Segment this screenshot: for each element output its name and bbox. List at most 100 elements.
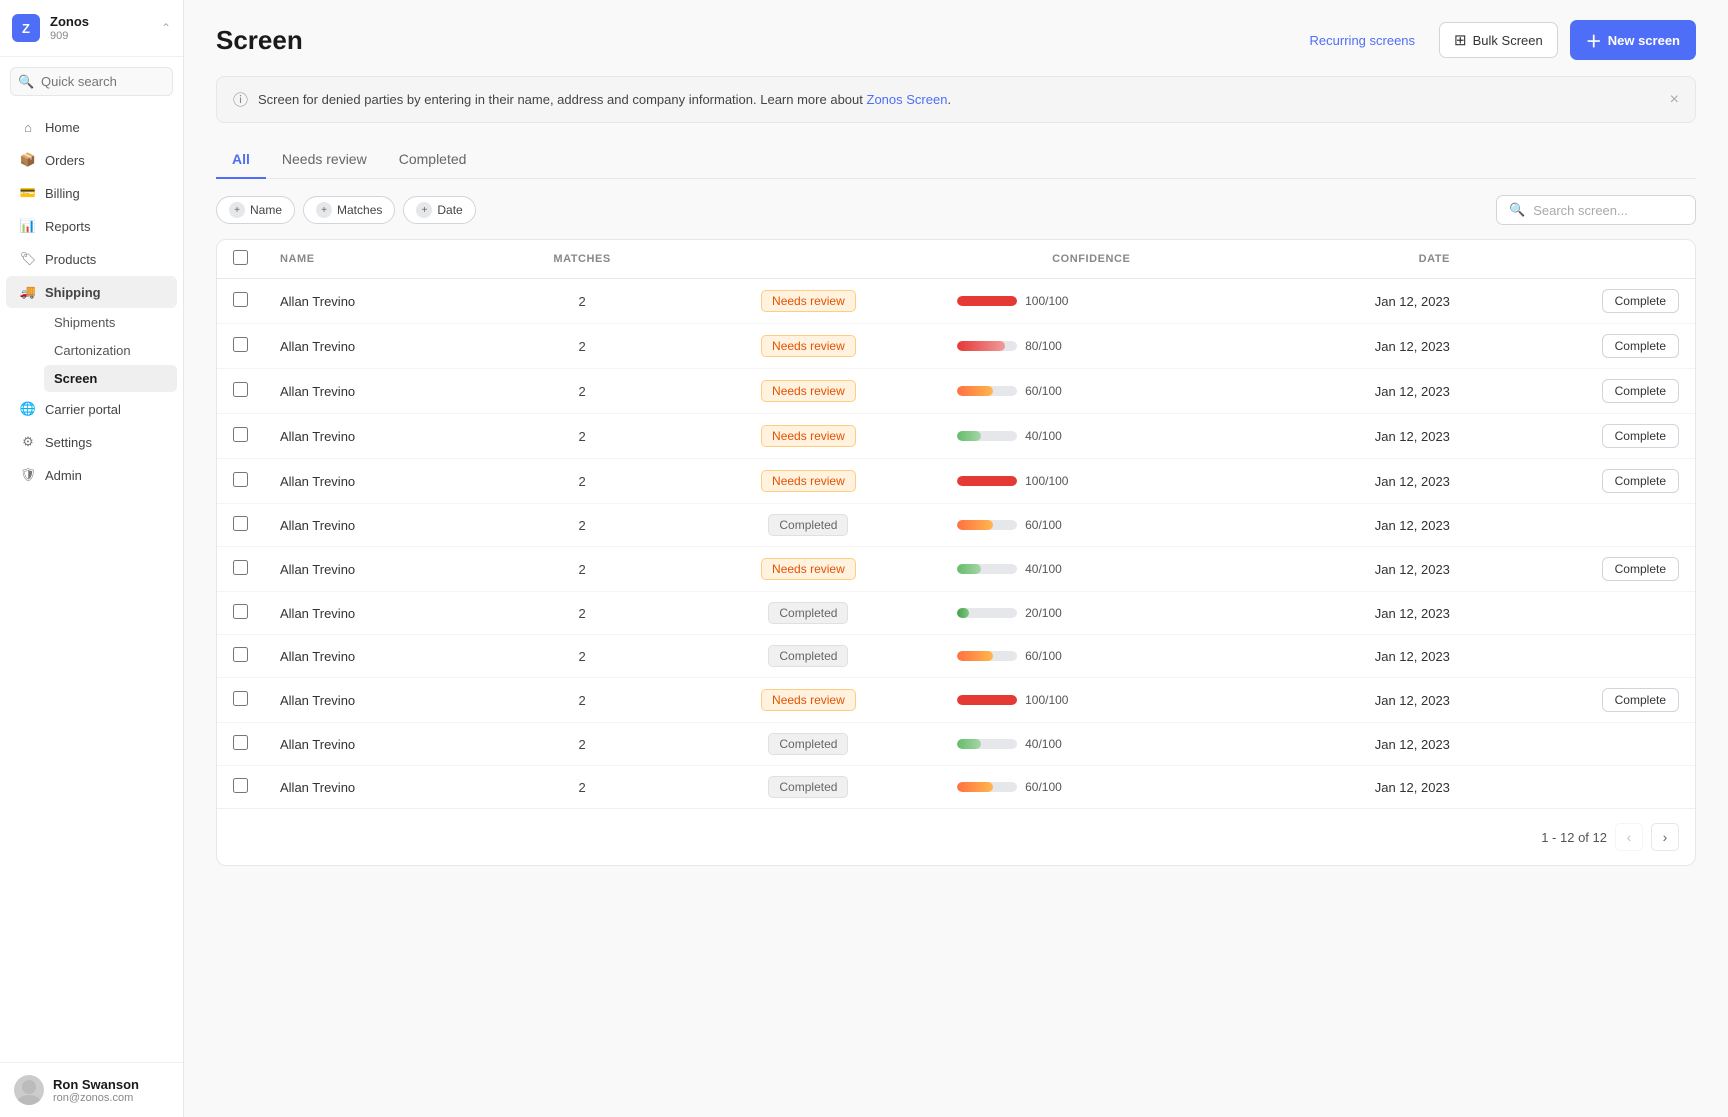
carrier-portal-icon: 🌐 xyxy=(20,401,36,417)
confidence-label: 60/100 xyxy=(1025,518,1062,532)
sidebar-item-products[interactable]: 🏷 Products xyxy=(6,243,177,275)
sidebar-item-home-label: Home xyxy=(45,120,80,135)
tab-all[interactable]: All xyxy=(216,141,266,179)
row-status: Needs review xyxy=(676,414,941,459)
shipping-icon: 🚚 xyxy=(20,284,36,300)
sidebar-search-wrap: 🔍 xyxy=(10,67,173,96)
status-badge: Completed xyxy=(768,602,848,624)
search-screen-icon: 🔍 xyxy=(1509,202,1525,218)
complete-button[interactable]: Complete xyxy=(1602,289,1679,313)
filter-name-plus-icon: + xyxy=(229,202,245,218)
complete-button[interactable]: Complete xyxy=(1602,334,1679,358)
row-checkbox-cell xyxy=(217,414,264,459)
row-date: Jan 12, 2023 xyxy=(1241,504,1466,547)
content-area: ⓘ Screen for denied parties by entering … xyxy=(184,60,1728,1117)
row-confidence: 40/100 xyxy=(941,414,1241,459)
row-name: Allan Trevino xyxy=(264,504,488,547)
row-matches: 2 xyxy=(488,547,675,592)
row-checkbox[interactable] xyxy=(233,337,248,352)
confidence-bar xyxy=(957,695,1017,705)
pagination-prev-button[interactable]: ‹ xyxy=(1615,823,1643,851)
header-action xyxy=(1466,240,1695,279)
banner-close-button[interactable]: × xyxy=(1670,92,1679,108)
sidebar-item-shipping-label: Shipping xyxy=(45,285,101,300)
sidebar-item-carrier-portal[interactable]: 🌐 Carrier portal xyxy=(6,393,177,425)
filter-matches-button[interactable]: + Matches xyxy=(303,196,395,224)
row-checkbox[interactable] xyxy=(233,427,248,442)
sidebar-item-settings-label: Settings xyxy=(45,435,92,450)
row-checkbox[interactable] xyxy=(233,735,248,750)
complete-button[interactable]: Complete xyxy=(1602,424,1679,448)
row-checkbox[interactable] xyxy=(233,382,248,397)
sidebar-nav: ⌂ Home 📦 Orders 💳 Billing 📊 Reports 🏷 Pr… xyxy=(0,106,183,1062)
row-matches: 2 xyxy=(488,723,675,766)
row-checkbox-cell xyxy=(217,547,264,592)
confidence-label: 40/100 xyxy=(1025,737,1062,751)
row-checkbox[interactable] xyxy=(233,560,248,575)
sidebar-item-billing[interactable]: 💳 Billing xyxy=(6,177,177,209)
status-badge: Needs review xyxy=(761,689,856,711)
row-matches: 2 xyxy=(488,279,675,324)
confidence-bar xyxy=(957,341,1017,351)
quick-search-input[interactable] xyxy=(10,67,173,96)
select-all-checkbox[interactable] xyxy=(233,250,248,265)
pagination: 1 - 12 of 12 ‹ › xyxy=(217,808,1695,865)
new-screen-button[interactable]: ＋ New screen xyxy=(1570,20,1696,60)
confidence-label: 100/100 xyxy=(1025,693,1068,707)
complete-button[interactable]: Complete xyxy=(1602,688,1679,712)
table-row: Allan Trevino 2 Completed 40/100 Jan 12,… xyxy=(217,723,1695,766)
complete-button[interactable]: Complete xyxy=(1602,379,1679,403)
complete-button[interactable]: Complete xyxy=(1602,557,1679,581)
sidebar-item-admin[interactable]: 🛡 Admin xyxy=(6,459,177,491)
recurring-screens-button[interactable]: Recurring screens xyxy=(1298,25,1428,56)
tab-needs-review[interactable]: Needs review xyxy=(266,141,383,179)
row-date: Jan 12, 2023 xyxy=(1241,459,1466,504)
sidebar-item-shipments[interactable]: Shipments xyxy=(44,309,177,336)
sidebar-item-settings[interactable]: ⚙ Settings xyxy=(6,426,177,458)
sidebar-item-screen[interactable]: Screen xyxy=(44,365,177,392)
row-confidence: 60/100 xyxy=(941,766,1241,809)
row-checkbox[interactable] xyxy=(233,604,248,619)
org-info: Zonos 909 xyxy=(50,14,151,42)
row-name: Allan Trevino xyxy=(264,547,488,592)
tab-completed[interactable]: Completed xyxy=(383,141,483,179)
complete-button[interactable]: Complete xyxy=(1602,469,1679,493)
confidence-bar xyxy=(957,739,1017,749)
row-checkbox[interactable] xyxy=(233,647,248,662)
filter-date-button[interactable]: + Date xyxy=(403,196,475,224)
row-confidence: 60/100 xyxy=(941,504,1241,547)
row-name: Allan Trevino xyxy=(264,459,488,504)
header-name: Name xyxy=(264,240,488,279)
banner-link[interactable]: Zonos Screen xyxy=(867,92,948,107)
bulk-screen-button[interactable]: ⊞ Bulk Screen xyxy=(1439,22,1558,58)
confidence-label: 60/100 xyxy=(1025,384,1062,398)
table-row: Allan Trevino 2 Needs review 40/100 Jan … xyxy=(217,414,1695,459)
search-screen-input[interactable]: 🔍 Search screen... xyxy=(1496,195,1696,225)
sidebar-item-cartonization[interactable]: Cartonization xyxy=(44,337,177,364)
pagination-next-button[interactable]: › xyxy=(1651,823,1679,851)
table-row: Allan Trevino 2 Needs review 60/100 Jan … xyxy=(217,369,1695,414)
row-checkbox[interactable] xyxy=(233,472,248,487)
row-name: Allan Trevino xyxy=(264,592,488,635)
filter-name-button[interactable]: + Name xyxy=(216,196,295,224)
shipping-submenu: Shipments Cartonization Screen xyxy=(0,309,183,392)
table-row: Allan Trevino 2 Needs review 40/100 Jan … xyxy=(217,547,1695,592)
info-icon: ⓘ xyxy=(233,89,248,110)
row-confidence: 40/100 xyxy=(941,723,1241,766)
row-action xyxy=(1466,504,1695,547)
sidebar-item-home[interactable]: ⌂ Home xyxy=(6,111,177,143)
row-checkbox[interactable] xyxy=(233,778,248,793)
row-confidence: 80/100 xyxy=(941,324,1241,369)
row-checkbox[interactable] xyxy=(233,516,248,531)
row-checkbox[interactable] xyxy=(233,691,248,706)
confidence-bar xyxy=(957,386,1017,396)
sidebar-item-orders[interactable]: 📦 Orders xyxy=(6,144,177,176)
confidence-label: 80/100 xyxy=(1025,339,1062,353)
sidebar-item-reports[interactable]: 📊 Reports xyxy=(6,210,177,242)
confidence-bar-fill xyxy=(957,564,981,574)
status-badge: Needs review xyxy=(761,380,856,402)
row-checkbox[interactable] xyxy=(233,292,248,307)
sidebar-item-shipping[interactable]: 🚚 Shipping xyxy=(6,276,177,308)
header-matches: Matches xyxy=(488,240,675,279)
org-chevron-icon[interactable]: ⌃ xyxy=(161,21,171,35)
